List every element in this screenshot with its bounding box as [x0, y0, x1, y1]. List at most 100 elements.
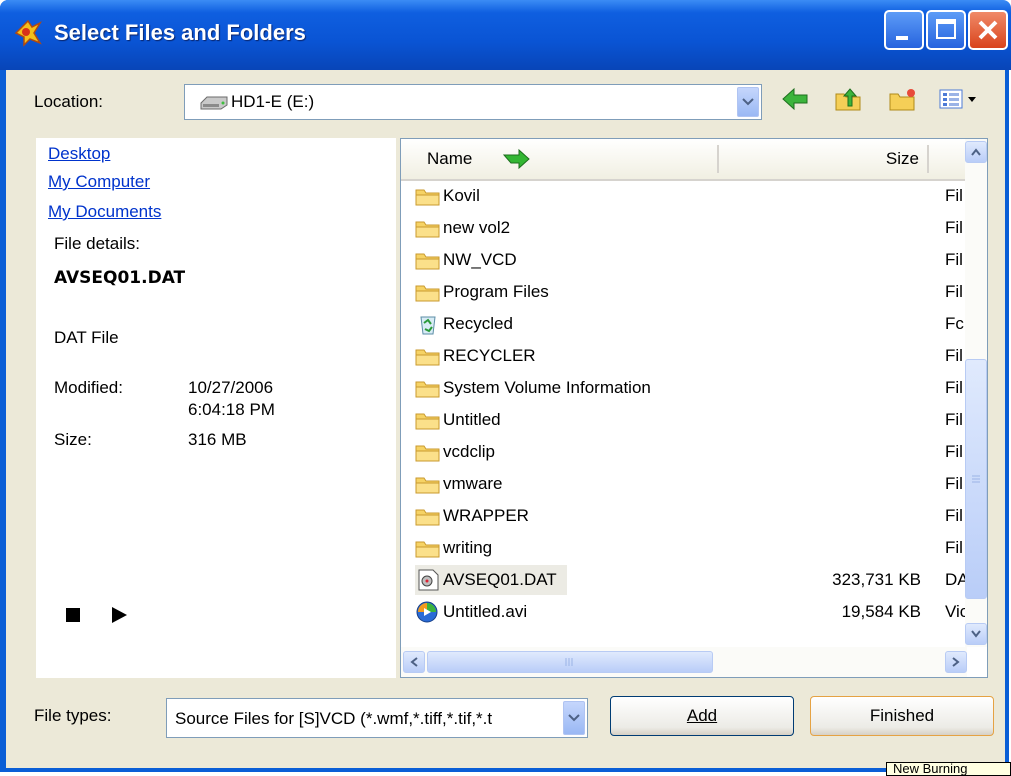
file-row[interactable]: Untitled.avi 19,584 KB Vic	[415, 597, 967, 627]
views-menu-button[interactable]	[938, 86, 990, 112]
file-name: Untitled.avi	[443, 602, 528, 621]
vertical-scrollbar[interactable]	[965, 139, 987, 647]
close-icon	[978, 20, 998, 40]
file-type: Fil	[945, 442, 963, 461]
place-link-my-documents[interactable]: My Documents	[48, 202, 161, 222]
file-name: NW_VCD	[443, 250, 517, 269]
modified-date: 10/27/2006	[188, 378, 274, 397]
file-details-heading: File details:	[54, 234, 140, 253]
column-header-size[interactable]: Size	[886, 149, 919, 169]
dialog-window: Select Files and Folders Location: HD1-E…	[0, 0, 1011, 772]
file-type: Vic	[945, 602, 967, 621]
file-name: Kovil	[443, 186, 480, 205]
horizontal-scrollbar[interactable]	[401, 647, 967, 677]
scroll-up-button[interactable]	[965, 141, 987, 163]
media-player-icon	[416, 601, 438, 623]
up-folder-icon	[835, 88, 861, 111]
folder-icon	[415, 445, 440, 462]
file-type: Fc	[945, 314, 964, 333]
file-type: Fil	[945, 282, 963, 301]
modified-time: 6:04:18 PM	[188, 400, 275, 419]
file-types-combo[interactable]: Source Files for [S]VCD (*.wmf,*.tiff,*.…	[166, 698, 588, 738]
file-size: 323,731 KB	[832, 570, 921, 589]
scroll-thumb[interactable]	[965, 359, 987, 599]
location-combo[interactable]: HD1-E (E:)	[184, 84, 762, 120]
chevron-down-icon	[971, 630, 981, 638]
title-bar[interactable]: Select Files and Folders	[0, 0, 1011, 70]
new-folder-button[interactable]	[888, 86, 918, 112]
file-name: WRAPPER	[443, 506, 529, 525]
file-types-dropdown-button[interactable]	[563, 701, 585, 735]
detail-filename: AVSEQ01.DAT	[54, 268, 186, 288]
chevron-right-icon	[952, 657, 960, 667]
maximize-button[interactable]	[926, 10, 966, 50]
file-list[interactable]: Name Size Kovil Fil new vol2 Fil NW_VCD Fil…	[400, 138, 988, 678]
folder-icon	[415, 477, 440, 494]
add-button[interactable]: Add	[610, 696, 794, 736]
place-link-my-computer[interactable]: My Computer	[48, 172, 150, 192]
file-name: AVSEQ01.DAT	[443, 570, 557, 589]
back-arrow-icon	[782, 87, 808, 111]
horizontal-scroll-thumb[interactable]	[427, 651, 713, 673]
file-row[interactable]: Program Files Fil	[415, 277, 967, 307]
chevron-left-icon	[410, 657, 418, 667]
minimize-button[interactable]	[884, 10, 924, 50]
file-row[interactable]: System Volume Information Fil	[415, 373, 967, 403]
file-row[interactable]: WRAPPER Fil	[415, 501, 967, 531]
play-icon[interactable]	[110, 606, 128, 624]
file-row[interactable]: new vol2 Fil	[415, 213, 967, 243]
scroll-down-button[interactable]	[965, 623, 987, 645]
close-button[interactable]	[968, 10, 1008, 50]
file-type: Fil	[945, 474, 963, 493]
file-name: RECYCLER	[443, 346, 536, 365]
file-name: new vol2	[443, 218, 511, 237]
file-row-selected[interactable]: AVSEQ01.DAT 323,731 KB DA	[415, 565, 967, 595]
file-row[interactable]: writing Fil	[415, 533, 967, 563]
folder-icon	[415, 253, 440, 270]
column-header-name[interactable]: Name	[427, 149, 472, 169]
grip-icon	[972, 475, 980, 483]
file-type: Fil	[945, 506, 963, 525]
place-link-desktop[interactable]: Desktop	[48, 144, 110, 164]
file-row[interactable]: Untitled Fil	[415, 405, 967, 435]
file-row[interactable]: Recycled Fc	[415, 309, 967, 339]
file-name: writing	[443, 538, 493, 557]
folder-icon	[415, 285, 440, 302]
file-row[interactable]: vcdclip Fil	[415, 437, 967, 467]
location-label: Location:	[34, 92, 103, 111]
back-button[interactable]	[780, 86, 810, 112]
file-name: vcdclip	[443, 442, 495, 461]
header-separator[interactable]	[717, 145, 719, 173]
finished-button[interactable]: Finished	[810, 696, 994, 736]
location-value: HD1-E (E:)	[231, 92, 315, 111]
file-row[interactable]: Kovil Fil	[415, 181, 967, 211]
places-panel: Desktop My Computer My Documents File de…	[36, 138, 396, 678]
file-type: Fil	[945, 218, 963, 237]
hard-drive-icon	[200, 96, 228, 110]
views-icon	[939, 89, 976, 109]
location-dropdown-button[interactable]	[737, 87, 759, 117]
file-name: Untitled	[443, 410, 501, 429]
stop-icon[interactable]	[66, 608, 80, 622]
maximize-icon	[936, 19, 956, 39]
minimize-icon	[896, 36, 908, 40]
scroll-left-button[interactable]	[403, 651, 425, 673]
file-row[interactable]: RECYCLER Fil	[415, 341, 967, 371]
up-folder-button[interactable]	[834, 86, 864, 112]
folder-icon	[415, 381, 440, 398]
scroll-right-button[interactable]	[945, 651, 967, 673]
folder-icon	[415, 221, 440, 238]
window-title: Select Files and Folders	[54, 20, 306, 45]
file-type: DA	[945, 570, 967, 589]
grip-icon	[565, 658, 573, 666]
folder-icon	[415, 413, 440, 430]
finished-button-label: Finished	[869, 706, 935, 725]
file-type: Fil	[945, 186, 963, 205]
sort-arrow-icon	[502, 148, 530, 170]
file-types-label: File types:	[34, 706, 112, 725]
file-row[interactable]: vmware Fil	[415, 469, 967, 499]
file-row[interactable]: NW_VCD Fil	[415, 245, 967, 275]
folder-icon	[415, 189, 440, 206]
header-separator[interactable]	[927, 145, 929, 173]
chevron-down-icon	[742, 98, 754, 106]
